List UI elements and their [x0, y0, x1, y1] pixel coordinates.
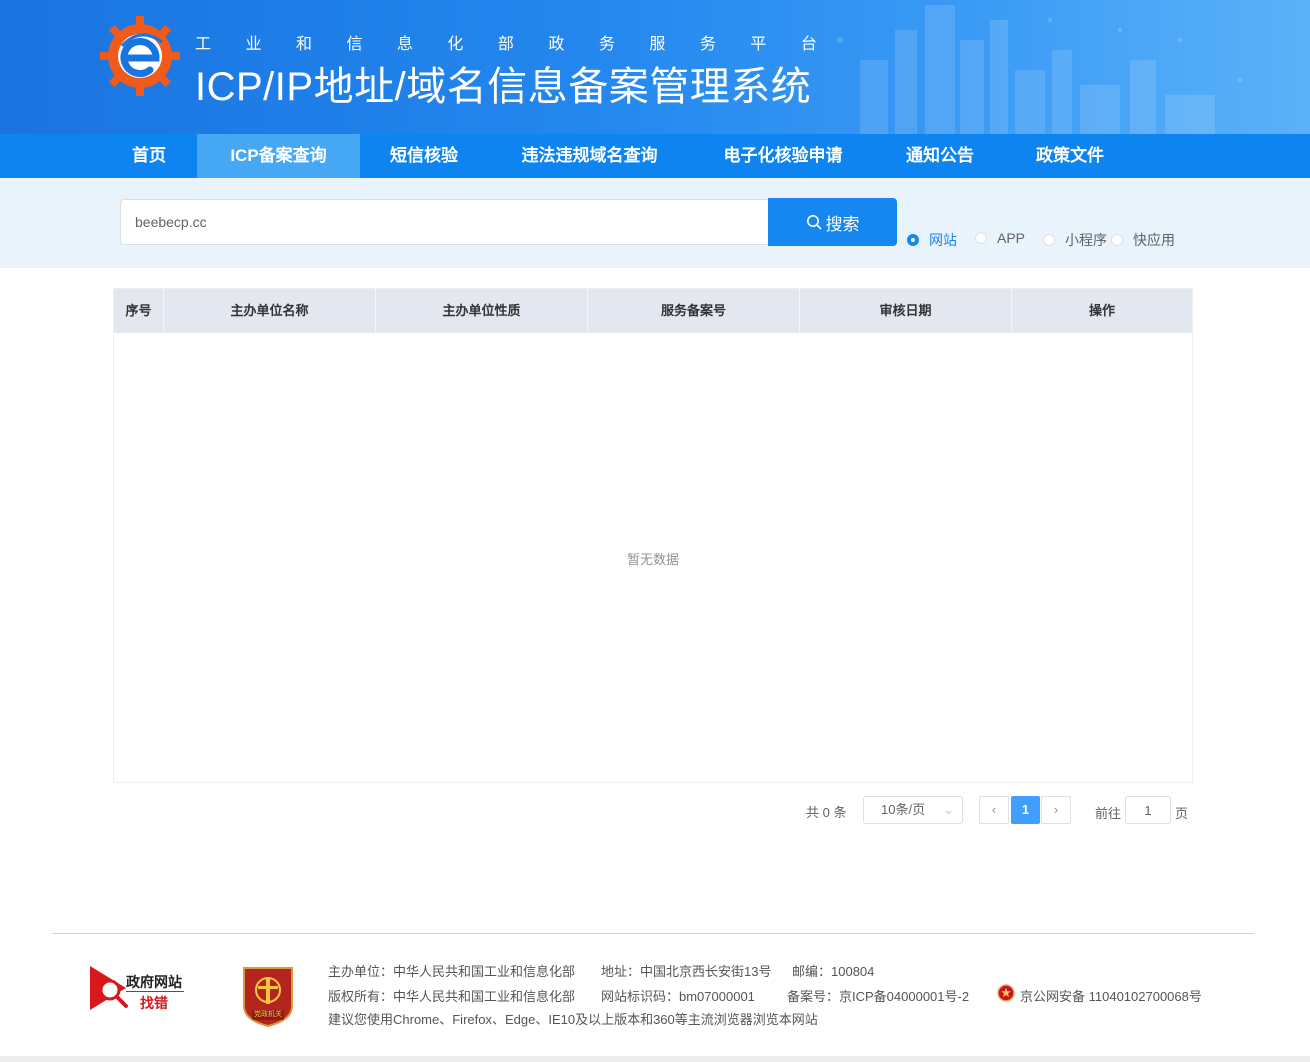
search-bar-area: 搜索 网站 APP 小程序 快应用 [0, 178, 1310, 268]
page-size-value: 10条/页 [881, 802, 926, 817]
empty-state-text: 暂无数据 [626, 552, 679, 567]
site-header: 工 业 和 信 息 化 部 政 务 服 务 平 台 ICP/IP地址/域名信息备… [0, 0, 1310, 134]
footer-copyright: 版权所有：中华人民共和国工业和信息化部 [328, 989, 576, 1004]
platform-char: 台 [800, 36, 817, 53]
search-icon [806, 215, 821, 230]
goto-suffix-label: 页 [1175, 806, 1189, 821]
platform-char: 平 [750, 36, 767, 53]
main-nav: 首页 ICP备案查询 短信核验 违法违规域名查询 电子化核验申请 通知公告 政策… [0, 134, 1310, 178]
next-page-button[interactable]: › [1041, 796, 1071, 824]
platform-char: 息 [396, 36, 413, 53]
platform-char: 信 [346, 36, 363, 53]
goto-page-input[interactable] [1125, 796, 1171, 824]
table-header: 序号 主办单位名称 主办单位性质 服务备案号 审核日期 操作 [114, 289, 1192, 333]
radio-app[interactable]: APP [975, 230, 1025, 246]
footer-police-link[interactable]: 京公网安备 11040102700068号 [1020, 986, 1202, 1005]
radio-dot [1043, 234, 1055, 246]
nav-item-illegal-domain-query[interactable]: 违法违规域名查询 [488, 134, 691, 178]
platform-char: 工 [195, 36, 212, 53]
pagination-total: 共 0 条 [806, 805, 847, 820]
nav-item-home[interactable]: 首页 [102, 134, 196, 178]
page-size-select[interactable]: 10条/页 ⌄ [863, 796, 963, 824]
platform-char: 服 [649, 36, 666, 53]
column-header-actions: 操作 [1088, 303, 1115, 318]
prev-page-button[interactable]: ‹ [979, 796, 1009, 824]
gov-badge-line1: 政府网站 [126, 974, 182, 990]
chevron-left-icon: ‹ [991, 802, 997, 817]
chevron-down-icon: ⌄ [943, 802, 954, 817]
page-number-button[interactable]: 1 [1011, 796, 1040, 824]
footer-address: 地址：中国北京西长安街13号 [601, 964, 772, 979]
radio-dot [1111, 234, 1123, 246]
column-header-org-type: 主办单位性质 [376, 289, 588, 333]
nav-item-e-verify-apply[interactable]: 电子化核验申请 [691, 134, 875, 178]
search-input[interactable] [120, 199, 768, 245]
results-table: 序号 主办单位名称 主办单位性质 服务备案号 审核日期 操作 暂无数据 [113, 288, 1193, 783]
platform-char: 业 [245, 36, 262, 53]
platform-char: 务 [598, 36, 615, 53]
miit-gear-e-logo-icon [100, 16, 180, 96]
footer-divider [52, 933, 1254, 934]
radio-quick-app[interactable]: 快应用 [1111, 230, 1175, 250]
chevron-right-icon: › [1053, 802, 1059, 817]
city-skyline-decoration [837, 5, 1242, 134]
search-button-label: 搜索 [825, 214, 860, 234]
nav-item-policy-docs[interactable]: 政策文件 [1005, 134, 1135, 178]
nav-item-notices[interactable]: 通知公告 [875, 134, 1005, 178]
system-title: ICP/IP地址/域名信息备案管理系统 [195, 65, 812, 109]
radio-website[interactable]: 网站 [907, 230, 957, 250]
radio-label: 快应用 [1133, 232, 1175, 248]
footer-postcode: 邮编：100804 [792, 964, 875, 979]
radio-label: 小程序 [1065, 232, 1107, 248]
platform-char: 务 [699, 36, 716, 53]
platform-char: 和 [295, 36, 312, 53]
police-emblem-icon [997, 984, 1015, 1002]
page-bottom-bar [0, 1056, 1310, 1062]
footer-site-code: 网站标识码：bm07000001 [601, 989, 755, 1004]
goto-prefix-label: 前往 [1095, 806, 1122, 821]
search-button[interactable]: 搜索 [768, 198, 897, 246]
platform-char: 部 [497, 36, 514, 53]
footer-icp-link[interactable]: 备案号：京ICP备04000001号-2 [787, 986, 969, 1005]
gov-site-error-report-badge[interactable]: 政府网站 找错 [90, 966, 190, 1012]
column-header-review-date: 审核日期 [800, 289, 1012, 333]
column-header-org-name: 主办单位名称 [164, 289, 376, 333]
radio-dot [975, 232, 987, 244]
nav-item-sms-verify[interactable]: 短信核验 [360, 134, 488, 178]
nav-item-icp-query[interactable]: ICP备案查询 [197, 134, 360, 178]
platform-char: 政 [548, 36, 565, 53]
radio-dot-checked [907, 234, 919, 246]
gov-badge-underline [126, 991, 184, 992]
radio-label: 网站 [929, 232, 957, 248]
party-badge-label: 党政机关 [254, 1011, 282, 1018]
platform-char: 化 [447, 36, 464, 53]
gov-badge-line2: 找错 [140, 995, 168, 1011]
party-government-agency-badge[interactable]: 党政机关 [241, 964, 295, 1028]
column-header-license-no: 服务备案号 [588, 289, 800, 333]
platform-title: 工 业 和 信 息 化 部 政 务 服 务 平 台 [195, 30, 817, 54]
footer-browser-tip: 建议您使用Chrome、Firefox、Edge、IE10及以上版本和360等主… [328, 1012, 818, 1027]
radio-label: APP [997, 230, 1026, 246]
radio-mini-program[interactable]: 小程序 [1043, 230, 1107, 250]
footer-host: 主办单位：中华人民共和国工业和信息化部 [328, 964, 576, 979]
column-header-index: 序号 [114, 289, 164, 333]
